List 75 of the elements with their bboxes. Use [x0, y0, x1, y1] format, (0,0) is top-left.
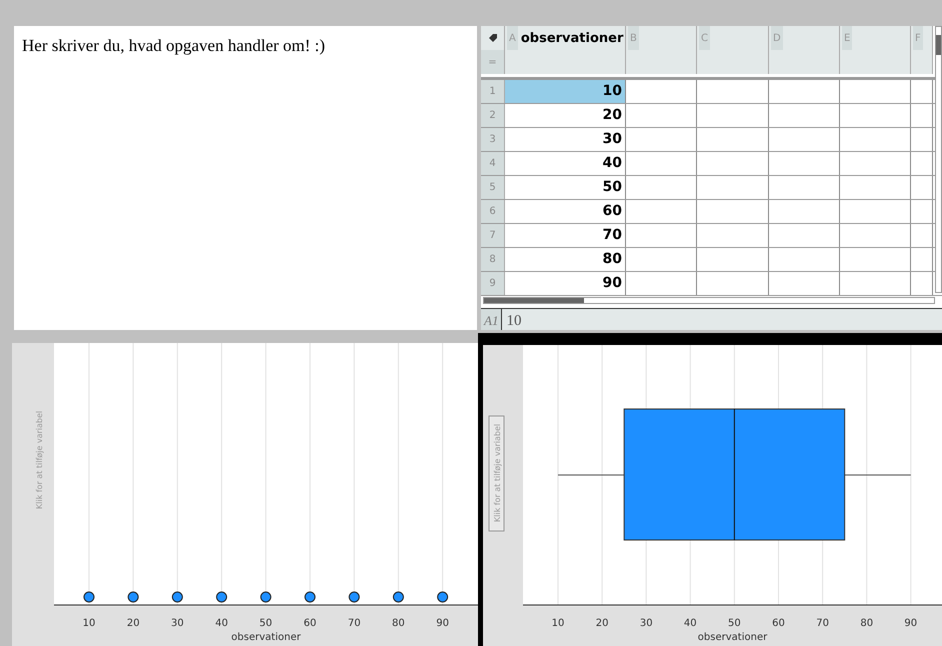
formula-row-label: =	[481, 50, 505, 74]
vertical-scrollbar[interactable]	[935, 26, 942, 293]
tick-label: 60	[304, 618, 316, 629]
table-cell[interactable]: 30	[505, 128, 626, 151]
tick-label: 50	[259, 618, 272, 629]
table-cell[interactable]: 80	[505, 248, 626, 271]
column-name: observationer	[520, 30, 624, 46]
tick-label: 40	[215, 618, 228, 629]
row-number[interactable]: 6	[481, 200, 505, 223]
cell-reference: A1	[481, 309, 502, 330]
tick-label: 30	[640, 618, 653, 629]
data-dot[interactable]	[392, 592, 404, 602]
tick-label: 90	[436, 618, 449, 629]
table-cell[interactable]: 40	[505, 152, 626, 175]
row-number[interactable]: 8	[481, 248, 505, 271]
formula-cell[interactable]	[505, 50, 626, 74]
table-cell[interactable]: 20	[505, 104, 626, 127]
row-number[interactable]: 1	[481, 80, 505, 103]
column-letter: C	[699, 26, 710, 50]
column-header[interactable]: E	[840, 26, 911, 50]
tick-label: 20	[596, 618, 608, 629]
horizontal-scrollbar[interactable]	[483, 297, 935, 304]
tick-label: 10	[552, 618, 564, 629]
axis-label: observationer	[698, 632, 768, 643]
column-letter: F	[913, 26, 923, 50]
tick-label: 80	[860, 618, 874, 629]
row-number[interactable]: 7	[481, 224, 505, 247]
variable-prompt[interactable]: Klik for at tilføje variabel	[35, 410, 44, 510]
tick-label: 70	[348, 618, 361, 629]
variable-prompt-button[interactable]: Klik for at tilføje variabel	[488, 416, 504, 532]
tick-label: 70	[816, 618, 829, 629]
row-number[interactable]: 5	[481, 176, 505, 199]
table-cell[interactable]: 70	[505, 224, 626, 247]
notes-panel[interactable]: Her skriver du, hvad opgaven handler om! :)	[14, 26, 477, 330]
tick-label: 20	[126, 618, 140, 629]
tick-label: 40	[684, 618, 697, 629]
column-letter: B	[628, 26, 639, 50]
data-dot[interactable]	[216, 592, 228, 602]
table-cell[interactable]: 50	[505, 176, 626, 199]
column-letter: E	[842, 26, 852, 50]
data-dot[interactable]	[128, 592, 139, 602]
data-dot[interactable]	[172, 592, 183, 602]
tick-label: 30	[171, 618, 184, 629]
data-dot[interactable]	[437, 592, 448, 602]
row-number[interactable]: 4	[481, 152, 505, 175]
formula-cell[interactable]	[840, 50, 911, 74]
column-letter: A	[507, 26, 518, 50]
column-letter: D	[771, 26, 783, 50]
formula-input[interactable]: 10	[502, 312, 522, 330]
data-dot[interactable]	[348, 592, 360, 602]
tick-label: 60	[772, 618, 785, 629]
column-header[interactable]: D	[769, 26, 840, 50]
tag-icon	[481, 26, 505, 50]
column-header[interactable]: C	[697, 26, 769, 50]
column-header[interactable]: B	[626, 26, 697, 50]
tick-label: 10	[82, 618, 96, 629]
tick-label: 80	[392, 618, 405, 629]
column-header[interactable]: A observationer	[505, 26, 626, 50]
box-plot-drawing[interactable]	[558, 408, 912, 540]
row-number[interactable]: 3	[481, 128, 505, 151]
row-number[interactable]: 9	[481, 272, 505, 295]
table-cell[interactable]: 60	[505, 200, 626, 223]
table-cell[interactable]: 90	[505, 272, 626, 295]
tick-label: 50	[728, 618, 741, 629]
formula-cell[interactable]	[769, 50, 840, 74]
data-dot[interactable]	[260, 592, 272, 602]
formula-cell[interactable]	[911, 50, 933, 74]
row-number[interactable]: 2	[481, 104, 505, 127]
formula-cell[interactable]	[626, 50, 697, 74]
tick-label: 90	[904, 618, 918, 629]
notes-text: Her skriver du, hvad opgaven handler om! :)	[22, 36, 326, 55]
table-cell[interactable]: 10	[505, 80, 626, 103]
column-header[interactable]: F	[911, 26, 933, 50]
axis-label: observationer	[231, 632, 301, 643]
formula-cell[interactable]	[697, 50, 769, 74]
